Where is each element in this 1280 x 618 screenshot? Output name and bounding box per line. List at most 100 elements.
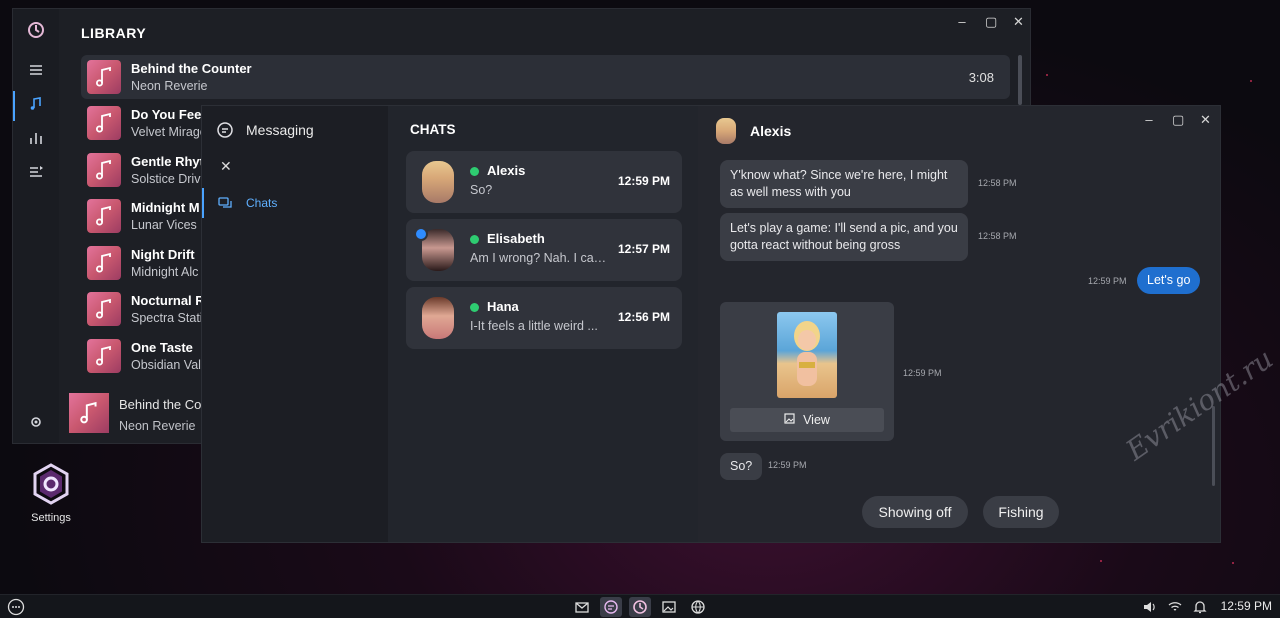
nav-item-chats[interactable]: Chats [216, 194, 376, 214]
track-title: Midnight M [131, 200, 200, 215]
chat-preview: So? [470, 183, 493, 197]
conversation-scrollbar[interactable] [1212, 406, 1215, 486]
maximize-button[interactable]: ▢ [985, 14, 997, 30]
chat-name: Elisabeth [487, 231, 545, 246]
online-indicator [470, 167, 479, 176]
start-menu-icon[interactable] [7, 598, 25, 616]
chat-bubble-icon [216, 121, 234, 139]
view-image-button[interactable]: View [730, 408, 884, 432]
messaging-taskbar-icon[interactable] [600, 597, 622, 617]
chats-icon [218, 196, 232, 215]
track-artist: Neon Reverie [131, 79, 208, 93]
close-button[interactable]: ✕ [1200, 112, 1211, 128]
mail-icon[interactable] [573, 598, 591, 616]
image-message: View [720, 302, 894, 441]
track-title: Night Drift [131, 247, 195, 262]
music-sidebar [13, 9, 59, 443]
track-artist: Spectra Stati [131, 311, 203, 325]
chat-card-alexis[interactable]: Alexis So? 12:59 PM [406, 151, 682, 213]
message-bubble-incoming: Y'know what? Since we're here, I might a… [720, 160, 968, 208]
taskbar-clock[interactable]: 12:59 PM [1221, 599, 1272, 613]
avatar [422, 297, 454, 339]
chat-card-elisabeth[interactable]: Elisabeth Am I wrong? Nah. I can... 12:5… [406, 219, 682, 281]
desktop-settings-label: Settings [31, 512, 71, 524]
music-taskbar-icon[interactable] [629, 597, 651, 617]
star [1250, 80, 1252, 82]
track-art [87, 60, 121, 94]
image-icon [784, 413, 795, 427]
close-icon[interactable]: ✕ [220, 158, 232, 175]
track-title: Gentle Rhyt [131, 154, 204, 169]
bar-chart-icon[interactable] [27, 129, 45, 147]
gallery-icon[interactable] [660, 598, 678, 616]
star [1232, 562, 1234, 564]
track-artist: Midnight Alc [131, 265, 199, 279]
avatar [422, 161, 454, 203]
settings-hex-icon [29, 462, 73, 506]
messaging-window-controls: – ▢ ✕ [1144, 112, 1211, 128]
track-artist: Velvet Mirage [131, 125, 207, 139]
now-playing-title: Behind the Co [119, 397, 202, 412]
message-time: 12:58 PM [978, 231, 1017, 241]
contact-avatar [716, 118, 736, 144]
chat-list-panel: CHATS Alexis So? 12:59 PM Elisabeth Am I… [388, 106, 698, 542]
wifi-icon[interactable] [1166, 598, 1184, 616]
chat-preview: I-It feels a little weird ... [470, 319, 598, 333]
now-playing-art [69, 393, 109, 433]
maximize-button[interactable]: ▢ [1172, 112, 1184, 128]
track-title: One Taste [131, 340, 193, 355]
globe-icon[interactable] [689, 598, 707, 616]
message-bubble-incoming: So? [720, 453, 763, 480]
track-title: Behind the Counter [131, 61, 252, 76]
chat-time: 12:56 PM [617, 310, 670, 324]
library-title: LIBRARY [81, 25, 147, 41]
message-bubble-outgoing: Let's go [1137, 267, 1201, 294]
chat-card-hana[interactable]: Hana I-It feels a little weird ... 12:56… [406, 287, 682, 349]
image-thumbnail[interactable] [777, 312, 837, 398]
track-art [87, 199, 121, 233]
track-list-scrollbar[interactable] [1018, 55, 1022, 105]
view-button-label: View [803, 413, 830, 427]
chat-name: Hana [487, 299, 519, 314]
minimize-button[interactable]: – [957, 14, 967, 30]
quick-reply-button[interactable]: Fishing [983, 496, 1059, 528]
desktop-settings-shortcut[interactable]: Settings [22, 462, 80, 524]
app-logo-icon [27, 21, 45, 39]
track-row[interactable]: Behind the Counter Neon Reverie 3:08 [81, 55, 1010, 99]
nav-chats-label: Chats [246, 196, 278, 210]
track-art [87, 153, 121, 187]
chat-preview: Am I wrong? Nah. I can... [470, 251, 610, 265]
track-duration: 3:08 [968, 70, 994, 85]
messaging-title: Messaging [246, 122, 314, 138]
chat-time: 12:57 PM [617, 242, 670, 256]
message-bubble-incoming: Let's play a game: I'll send a pic, and … [720, 213, 968, 261]
track-art [87, 246, 121, 280]
track-artist: Solstice Driv [131, 172, 201, 186]
quick-reply-button[interactable]: Showing off [862, 496, 968, 528]
unread-badge [414, 227, 428, 241]
message-time: 12:59 PM [903, 368, 942, 378]
music-note-icon[interactable] [27, 95, 45, 113]
gear-icon[interactable] [27, 413, 45, 431]
online-indicator [470, 235, 479, 244]
track-artist: Obsidian Val [131, 358, 201, 372]
chat-list-header: CHATS [410, 122, 456, 137]
taskbar: 12:59 PM [0, 594, 1280, 618]
online-indicator [470, 303, 479, 312]
messaging-window: Messaging ✕ Chats CHATS Alexis So? 12:59… [201, 105, 1221, 543]
star [1046, 74, 1048, 76]
track-artist: Lunar Vices [131, 218, 197, 232]
active-indicator [13, 91, 15, 121]
conversation-panel: Alexis – ▢ ✕ Y'know what? Since we're he… [698, 106, 1220, 542]
volume-icon[interactable] [1141, 598, 1159, 616]
chat-name: Alexis [487, 163, 526, 178]
messaging-nav: Messaging ✕ Chats [202, 106, 388, 542]
track-art [87, 292, 121, 326]
star [1100, 560, 1102, 562]
bell-icon[interactable] [1191, 598, 1209, 616]
close-button[interactable]: ✕ [1013, 14, 1024, 30]
minimize-button[interactable]: – [1144, 112, 1154, 128]
playlist-icon[interactable] [27, 163, 45, 181]
active-indicator [202, 188, 204, 218]
menu-icon[interactable] [27, 61, 45, 79]
